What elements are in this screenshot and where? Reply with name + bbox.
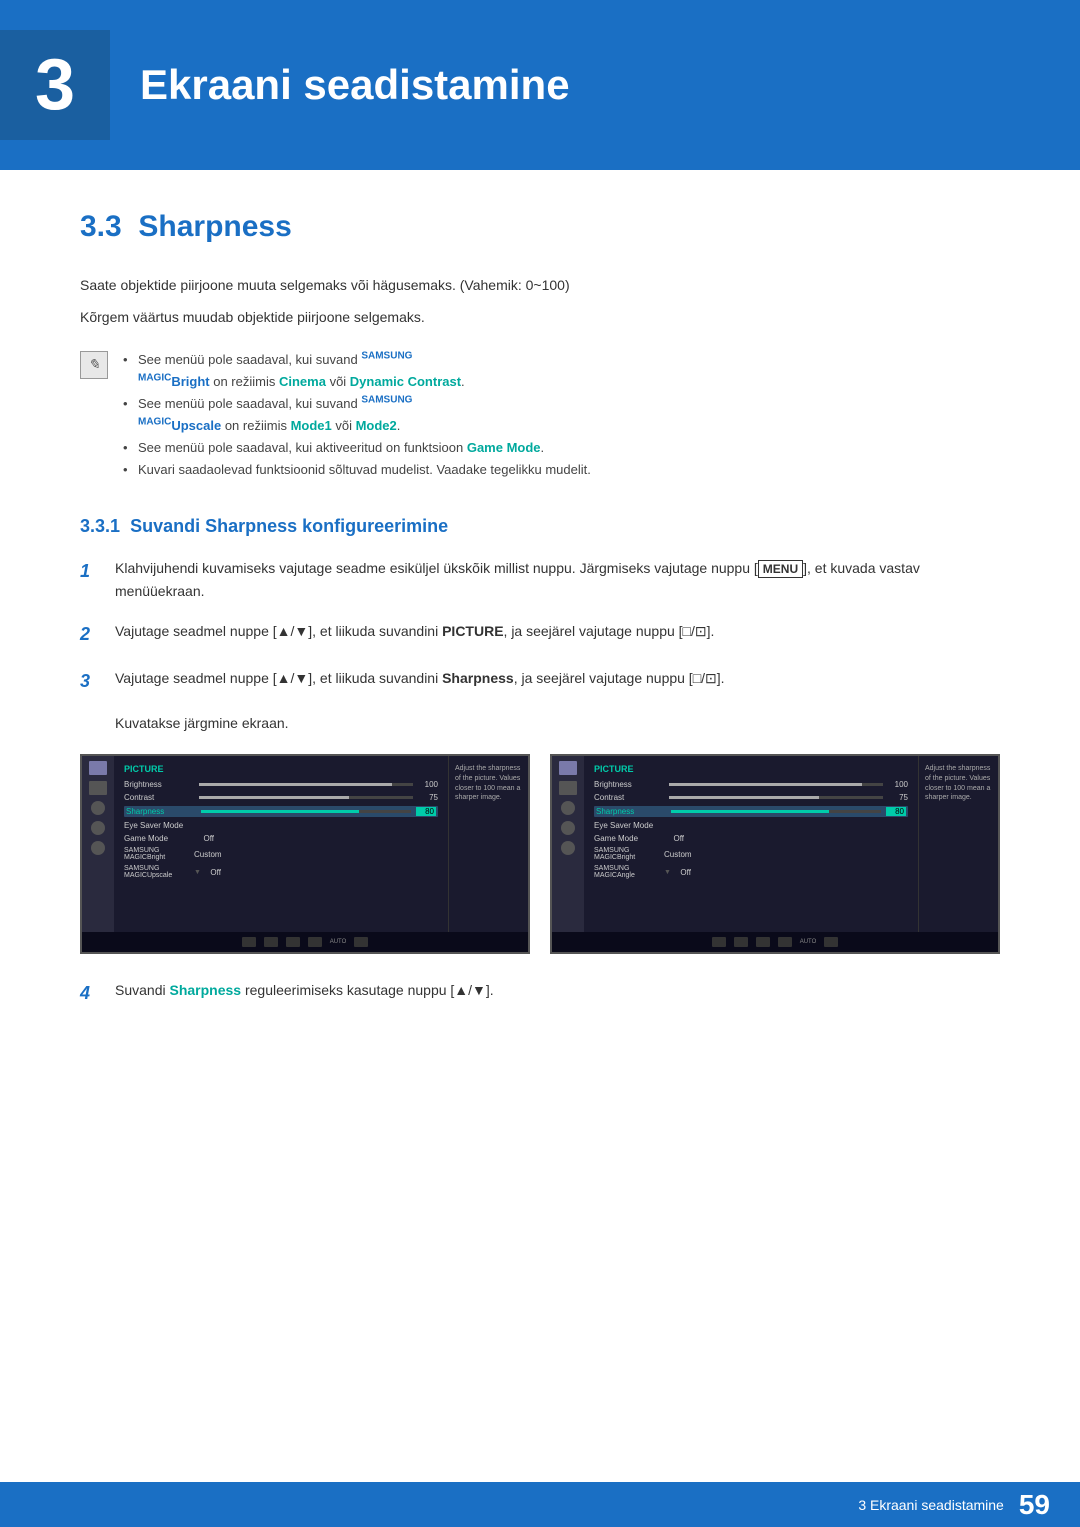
bottom-btn-up [286, 937, 300, 947]
menu-row-eyesaver-1: Eye Saver Mode [124, 821, 438, 830]
step-2: 2 Vajutage seadmel nuppe [▲/▼], et liiku… [80, 620, 1000, 649]
footer-text: 3 Ekraani seadistamine [858, 1497, 1004, 1513]
step2-picture: PICTURE [442, 623, 503, 639]
sidebar-icon-1 [89, 761, 107, 775]
bottom-btn-2-down [734, 937, 748, 947]
screen-previews: PICTURE Brightness 100 Contrast 75 Sharp… [80, 754, 1000, 954]
note-item-4: Kuvari saadaolevad funktsioonid sõltuvad… [123, 459, 591, 481]
step-number-2: 2 [80, 620, 100, 649]
screen-menu-1: PICTURE Brightness 100 Contrast 75 Sharp… [114, 756, 448, 952]
sidebar-icon-5 [91, 841, 105, 855]
screen-inner-1: PICTURE Brightness 100 Contrast 75 Sharp… [82, 756, 528, 952]
step4-sharpness: Sharpness [169, 982, 241, 998]
note-item-1: See menüü pole saadaval, kui suvand SAMS… [123, 349, 591, 393]
page-header: 3 Ekraani seadistamine [0, 0, 1080, 170]
screen-menu-title-1: PICTURE [124, 764, 438, 774]
footer-page-number: 59 [1019, 1489, 1050, 1521]
note1-cinema: Cinema [279, 374, 326, 389]
step3-sharpness: Sharpness [442, 670, 514, 686]
step-text-1: Klahvijuhendi kuvamiseks vajutage seadme… [115, 557, 1000, 602]
menu-row-sharpness-2: Sharpness 80 [594, 806, 908, 817]
step-number-1: 1 [80, 557, 100, 602]
menu-row-magicangle-2: SAMSUNGMAGICAngle ▼ Off [594, 865, 908, 879]
section-title: 3.3 Sharpness [80, 210, 1000, 244]
bottom-btn-2-left [712, 937, 726, 947]
page-footer: 3 Ekraani seadistamine 59 [0, 1482, 1080, 1527]
step-4: 4 Suvandi Sharpness reguleerimiseks kasu… [80, 979, 1000, 1008]
step-number-4: 4 [80, 979, 100, 1008]
note-icon: ✎ [80, 351, 108, 379]
menu-row-brightness-1: Brightness 100 [124, 780, 438, 789]
menu-row-contrast-1: Contrast 75 [124, 793, 438, 802]
screen-sidebar-2 [552, 756, 584, 952]
screen-menu-2: PICTURE Brightness 100 Contrast 75 Sharp… [584, 756, 918, 952]
bottom-btn-2-auto: AUTO [800, 939, 817, 945]
screen-preview-2: PICTURE Brightness 100 Contrast 75 Sharp… [550, 754, 1000, 954]
menu-row-gamemode-1: Game Mode Off [124, 834, 438, 843]
step-number-3: 3 [80, 667, 100, 734]
bottom-btn-power [354, 937, 368, 947]
step-text-3: Vajutage seadmel nuppe [▲/▼], et liikuda… [115, 667, 1000, 734]
screen-description-2: Adjust the sharpness of the picture. Val… [918, 756, 998, 952]
menu-row-brightness-2: Brightness 100 [594, 780, 908, 789]
chapter-number-box: 3 [0, 30, 110, 140]
note1-dynamic: Dynamic Contrast [350, 374, 461, 389]
screen-bottom-bar-1: AUTO [82, 932, 528, 952]
note3-gamemode: Game Mode [467, 440, 541, 455]
screen-bottom-bar-2: AUTO [552, 932, 998, 952]
note-item-3: See menüü pole saadaval, kui aktiveeritu… [123, 437, 591, 459]
bottom-btn-right [308, 937, 322, 947]
main-content: 3.3 Sharpness Saate objektide piirjoone … [0, 210, 1080, 1008]
bottom-btn-auto: AUTO [330, 939, 347, 945]
menu-row-magicbright-2: SAMSUNGMAGICBright Custom [594, 847, 908, 861]
bottom-btn-2-up [756, 937, 770, 947]
step-text-2: Vajutage seadmel nuppe [▲/▼], et liikuda… [115, 620, 1000, 649]
screen-preview-1: PICTURE Brightness 100 Contrast 75 Sharp… [80, 754, 530, 954]
step-3: 3 Vajutage seadmel nuppe [▲/▼], et liiku… [80, 667, 1000, 734]
screen-inner-2: PICTURE Brightness 100 Contrast 75 Sharp… [552, 756, 998, 952]
note-list: See menüü pole saadaval, kui suvand SAMS… [123, 349, 591, 482]
sidebar-icon-3 [91, 801, 105, 815]
intro-line2: Kõrgem väärtus muudab objektide piirjoon… [80, 306, 1000, 328]
menu-row-magicbright-1: SAMSUNGMAGICBright Custom [124, 847, 438, 861]
sidebar-icon-2-3 [561, 801, 575, 815]
steps-list: 1 Klahvijuhendi kuvamiseks vajutage sead… [80, 557, 1000, 734]
sidebar-icon-2-4 [561, 821, 575, 835]
menu-row-eyesaver-2: Eye Saver Mode [594, 821, 908, 830]
note-box: ✎ See menüü pole saadaval, kui suvand SA… [80, 349, 1000, 482]
menu-row-contrast-2: Contrast 75 [594, 793, 908, 802]
screen-description-1: Adjust the sharpness of the picture. Val… [448, 756, 528, 952]
bottom-btn-2-power [824, 937, 838, 947]
bottom-btn-left [242, 937, 256, 947]
screen-sub-text: Kuvatakse järgmine ekraan. [115, 715, 289, 731]
sidebar-icon-2-5 [561, 841, 575, 855]
bottom-btn-down [264, 937, 278, 947]
menu-row-sharpness-1: Sharpness 80 [124, 806, 438, 817]
step-text-4: Suvandi Sharpness reguleerimiseks kasuta… [115, 979, 1000, 1008]
note2-mode2: Mode2 [356, 418, 397, 433]
chapter-title: Ekraani seadistamine [140, 61, 570, 109]
note2-mode1: Mode1 [291, 418, 332, 433]
screen-sidebar-1 [82, 756, 114, 952]
sidebar-icon-2-1 [559, 761, 577, 775]
sidebar-icon-4 [91, 821, 105, 835]
menu-row-gamemode-2: Game Mode Off [594, 834, 908, 843]
note-item-2: See menüü pole saadaval, kui suvand SAMS… [123, 393, 591, 437]
step-1: 1 Klahvijuhendi kuvamiseks vajutage sead… [80, 557, 1000, 602]
note2-upscale: Upscale [171, 418, 221, 433]
sidebar-icon-2 [89, 781, 107, 795]
intro-line1: Saate objektide piirjoone muuta selgemak… [80, 274, 1000, 296]
subsection-title: 3.3.1 Suvandi Sharpness konfigureerimine [80, 516, 1000, 537]
sidebar-icon-2-2 [559, 781, 577, 795]
menu-key: MENU [758, 560, 803, 578]
note1-bright: Bright [171, 374, 209, 389]
bottom-btn-2-right [778, 937, 792, 947]
menu-row-magicupscale-1: SAMSUNGMAGICUpscale ▼ Off [124, 865, 438, 879]
chapter-number: 3 [35, 49, 75, 121]
screen-menu-title-2: PICTURE [594, 764, 908, 774]
